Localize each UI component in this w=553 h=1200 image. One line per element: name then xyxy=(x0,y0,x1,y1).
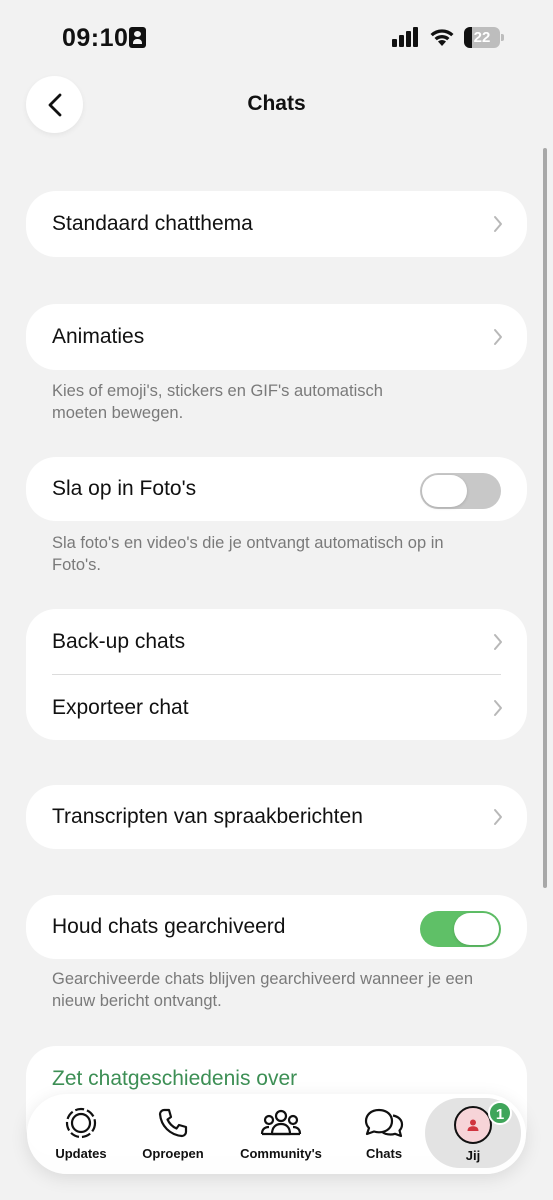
animations-card: Animaties xyxy=(26,304,527,370)
updates-icon xyxy=(65,1107,97,1139)
keep-archived-label: Houd chats gearchiveerd xyxy=(52,915,286,938)
chevron-right-icon xyxy=(494,634,502,650)
communities-icon xyxy=(260,1109,302,1136)
save-to-photos-toggle[interactable] xyxy=(420,473,501,509)
wifi-icon xyxy=(430,29,454,46)
animations-row[interactable]: Animaties xyxy=(26,304,527,370)
chevron-right-icon xyxy=(494,809,502,825)
backup-chats-row[interactable]: Back-up chats xyxy=(26,609,527,675)
export-chat-row[interactable]: Exporteer chat xyxy=(26,675,527,741)
person-icon xyxy=(467,1119,479,1131)
voice-transcripts-row[interactable]: Transcripten van spraakberichten xyxy=(26,785,527,849)
voice-transcripts-card: Transcripten van spraakberichten xyxy=(26,785,527,849)
export-chat-label: Exporteer chat xyxy=(52,696,189,719)
tab-you-label: Jij xyxy=(465,1148,481,1163)
toggle-knob xyxy=(454,913,499,945)
transfer-history-label: Zet chatgeschiedenis over xyxy=(52,1067,298,1090)
chevron-right-icon xyxy=(494,700,502,716)
page-title: Chats xyxy=(247,92,306,115)
battery-icon: 22 xyxy=(464,27,504,48)
keep-archived-card: Houd chats gearchiveerd xyxy=(26,895,527,959)
default-chat-theme-label: Standaard chatthema xyxy=(52,212,253,235)
status-time: 09:10 xyxy=(62,24,129,52)
animations-note: Kies of emoji's, stickers en GIF's autom… xyxy=(52,382,383,422)
save-to-photos-row: Sla op in Foto's xyxy=(26,457,527,521)
scroll-indicator[interactable] xyxy=(543,148,547,888)
status-bar: 09:10 22 xyxy=(0,0,553,70)
default-chat-theme-card: Standaard chatthema xyxy=(26,191,527,257)
save-to-photos-label: Sla op in Foto's xyxy=(52,477,197,500)
voice-transcripts-label: Transcripten van spraakberichten xyxy=(52,805,363,828)
cellular-signal-icon xyxy=(392,27,422,47)
tab-chats-label: Chats xyxy=(365,1146,403,1161)
default-chat-theme-row[interactable]: Standaard chatthema xyxy=(26,191,527,257)
keep-archived-note: Gearchiveerde chats blijven gearchiveerd… xyxy=(52,970,473,1010)
backup-export-card: Back-up chats Exporteer chat xyxy=(26,609,527,740)
chevron-right-icon xyxy=(494,216,502,232)
tab-updates-label: Updates xyxy=(55,1146,107,1161)
tab-calls-label: Oproepen xyxy=(142,1146,204,1161)
keep-archived-toggle[interactable] xyxy=(420,911,501,947)
save-to-photos-note: Sla foto's en video's die je ontvangt au… xyxy=(52,534,444,574)
animations-label: Animaties xyxy=(52,325,145,348)
avatar xyxy=(454,1106,492,1144)
faded-underlying-text xyxy=(52,1188,212,1200)
tab-chats[interactable]: Chats xyxy=(349,1094,419,1174)
phone-icon xyxy=(158,1108,188,1138)
tab-communities[interactable]: Community's xyxy=(233,1094,329,1174)
save-to-photos-card: Sla op in Foto's xyxy=(26,457,527,521)
contact-card-icon xyxy=(129,27,146,48)
chats-icon xyxy=(364,1108,404,1138)
tab-updates[interactable]: Updates xyxy=(43,1094,119,1174)
tab-bar: Updates Oproepen Community's Chats Jij xyxy=(27,1094,526,1174)
chevron-right-icon xyxy=(494,329,502,345)
tab-communities-label: Community's xyxy=(240,1146,322,1161)
keep-archived-row: Houd chats gearchiveerd xyxy=(26,895,527,959)
notification-badge: 1 xyxy=(488,1101,512,1125)
toggle-knob xyxy=(422,475,467,507)
tab-calls[interactable]: Oproepen xyxy=(135,1094,211,1174)
backup-chats-label: Back-up chats xyxy=(52,630,186,653)
battery-level: 22 xyxy=(473,29,491,46)
